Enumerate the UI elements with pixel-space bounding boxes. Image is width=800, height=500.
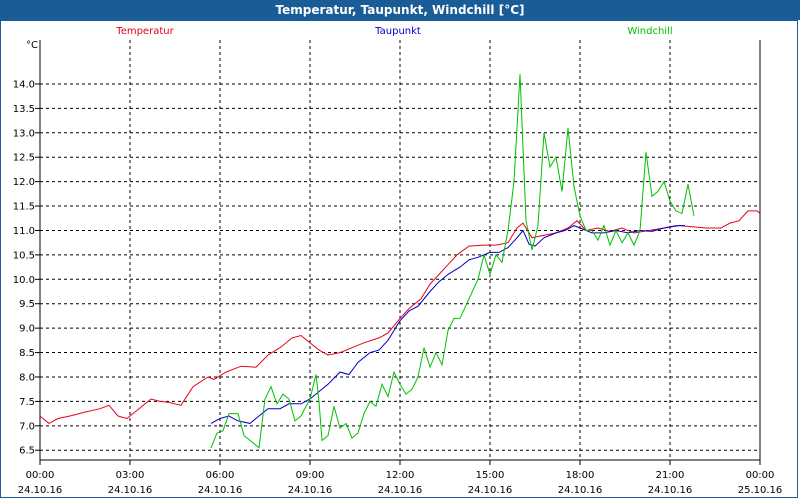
x-tick-date-label: 24.10.16: [288, 485, 333, 496]
x-tick-time-label: 00:00: [746, 470, 775, 481]
y-tick-label: 11.0: [13, 226, 35, 237]
y-tick-label: 10.0: [13, 275, 35, 286]
x-tick-date-label: 25.10.16: [738, 485, 783, 496]
x-tick-time-label: 00:00: [26, 470, 55, 481]
x-tick-time-label: 09:00: [296, 470, 325, 481]
y-tick-label: 6.5: [19, 446, 35, 457]
x-tick-date-label: 24.10.16: [378, 485, 423, 496]
legend-windchill: Windchill: [627, 26, 672, 37]
y-tick-label: 7.5: [19, 397, 35, 408]
y-tick-label: 9.0: [19, 324, 35, 335]
legend-taupunkt: Taupunkt: [374, 26, 421, 37]
legend-temperatur: Temperatur: [115, 26, 174, 37]
y-tick-label: 8.0: [19, 372, 35, 383]
y-tick-label: 12.0: [13, 177, 35, 188]
chart-plot: 00:00 24.10.16 03:00 24.10.16 06:00 24.10.16 0…: [13, 26, 783, 496]
x-tick-date-label: 24.10.16: [648, 485, 693, 496]
x-tick-date-label: 24.10.16: [468, 485, 513, 496]
x-tick-date-label: 24.10.16: [18, 485, 63, 496]
y-tick-label: 11.5: [13, 202, 35, 213]
y-tick-label: 7.0: [19, 421, 35, 432]
series-line-windchill: [210, 74, 695, 449]
y-tick-label: 12.5: [13, 153, 35, 164]
x-tick-time-label: 03:00: [116, 470, 145, 481]
x-tick-time-label: 06:00: [206, 470, 235, 481]
x-tick-date-label: 24.10.16: [198, 485, 243, 496]
x-tick-date-label: 24.10.16: [558, 485, 603, 496]
y-tick-label: 9.5: [19, 299, 35, 310]
x-tick-time-label: 15:00: [476, 470, 505, 481]
x-tick-date-label: 24.10.16: [108, 485, 153, 496]
y-tick-label: 13.5: [13, 104, 35, 115]
y-tick-label: 13.0: [13, 128, 35, 139]
y-tick-label: 10.5: [13, 250, 35, 261]
x-tick-time-label: 12:00: [386, 470, 415, 481]
x-tick-time-label: 21:00: [656, 470, 685, 481]
y-axis-unit-label: °C: [26, 40, 38, 51]
y-tick-label: 8.5: [19, 348, 35, 359]
x-tick-time-label: 18:00: [566, 470, 595, 481]
y-tick-label: 14.0: [13, 79, 35, 90]
